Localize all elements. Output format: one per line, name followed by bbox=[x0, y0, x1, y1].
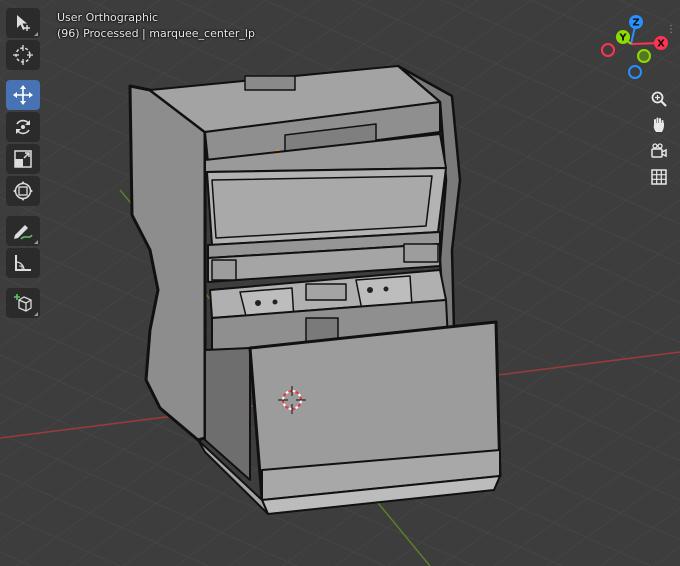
3d-cursor-icon bbox=[13, 45, 33, 65]
gizmo-z-label: Z bbox=[632, 18, 639, 29]
grid-icon bbox=[651, 169, 667, 185]
rotate-icon bbox=[16, 119, 30, 135]
gizmo-x-label: X bbox=[657, 39, 665, 50]
pan-button[interactable] bbox=[647, 114, 671, 136]
add-cube-tool-button[interactable] bbox=[6, 288, 40, 318]
gizmo-neg-y[interactable] bbox=[637, 49, 651, 63]
select-tool-button[interactable] bbox=[6, 8, 40, 38]
top-vent bbox=[244, 75, 296, 91]
scale-tool-button[interactable] bbox=[6, 144, 40, 174]
start-buttons bbox=[305, 283, 347, 301]
gizmo-neg-x[interactable] bbox=[601, 43, 615, 57]
camera-icon bbox=[651, 143, 667, 158]
measure-ruler-icon bbox=[15, 255, 31, 271]
zoom-icon bbox=[651, 91, 667, 107]
navigation-buttons bbox=[647, 88, 671, 188]
transform-icon bbox=[13, 181, 33, 201]
coin-slot-left bbox=[211, 259, 237, 281]
gizmo-neg-z[interactable] bbox=[628, 65, 642, 79]
annotate-tool-button[interactable] bbox=[6, 216, 40, 246]
add-cube-icon bbox=[14, 294, 32, 312]
camera-button[interactable] bbox=[647, 140, 671, 162]
navigation-gizmo[interactable]: Z Y X bbox=[598, 14, 674, 84]
viewport-overlay-text: User Orthographic (96) Processed | marqu… bbox=[57, 10, 255, 42]
status-text: (96) Processed | marquee_center_lp bbox=[57, 27, 255, 40]
coin-slot-right bbox=[403, 243, 439, 263]
grid-toggle-button[interactable] bbox=[647, 166, 671, 188]
rotate-tool-button[interactable] bbox=[6, 112, 40, 142]
move-tool-button[interactable] bbox=[6, 80, 40, 110]
view-name: User Orthographic bbox=[57, 11, 159, 24]
annotate-pen-icon bbox=[14, 225, 33, 240]
3d-viewport[interactable] bbox=[0, 0, 680, 566]
hand-pan-icon bbox=[653, 117, 664, 132]
cursor-tool-button[interactable] bbox=[6, 40, 40, 70]
move-arrows-icon bbox=[13, 85, 33, 105]
measure-tool-button[interactable] bbox=[6, 248, 40, 278]
select-cursor-icon bbox=[17, 15, 30, 31]
scale-icon bbox=[14, 150, 32, 168]
transform-tool-button[interactable] bbox=[6, 176, 40, 206]
tool-shelf bbox=[6, 8, 42, 318]
gizmo-y-label: Y bbox=[618, 33, 627, 44]
zoom-button[interactable] bbox=[647, 88, 671, 110]
